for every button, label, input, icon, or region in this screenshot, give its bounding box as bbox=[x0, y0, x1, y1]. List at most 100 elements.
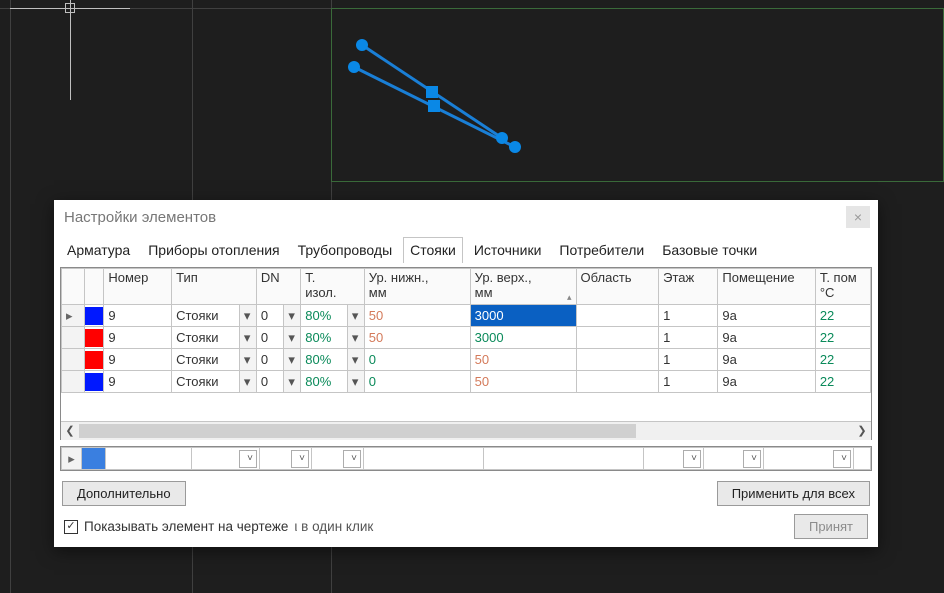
accept-button[interactable]: Принят bbox=[794, 514, 868, 539]
filter-color[interactable] bbox=[82, 448, 106, 470]
col-tisol[interactable]: Т. изол. bbox=[301, 269, 365, 305]
scroll-thumb[interactable] bbox=[79, 424, 636, 438]
scroll-right-icon[interactable]: ❯ bbox=[853, 422, 871, 440]
col-lvl-bottom[interactable]: Ур. нижн., мм bbox=[364, 269, 470, 305]
cell-type[interactable]: Стояки bbox=[172, 327, 240, 349]
cell-type[interactable]: Стояки bbox=[172, 371, 240, 393]
cell-lvl-top[interactable]: 50 bbox=[470, 349, 576, 371]
tab-5[interactable]: Потребители bbox=[552, 237, 651, 263]
cell-tisol[interactable]: 80% bbox=[301, 305, 348, 327]
table-row[interactable]: ▸9Стояки▾0▾80%▾50300019a22 bbox=[62, 305, 871, 327]
cell-floor[interactable]: 1 bbox=[659, 371, 718, 393]
col-type[interactable]: Тип bbox=[172, 269, 257, 305]
cell-floor[interactable]: 1 bbox=[659, 327, 718, 349]
tab-3[interactable]: Стояки bbox=[403, 237, 463, 263]
table-row[interactable]: 9Стояки▾0▾80%▾05019a22 bbox=[62, 349, 871, 371]
show-on-drawing-checkbox[interactable]: ✓ bbox=[64, 520, 78, 534]
cell-type[interactable]: Стояки bbox=[172, 305, 240, 327]
col-tpom[interactable]: Т. пом °C bbox=[815, 269, 870, 305]
filter-number[interactable] bbox=[106, 448, 192, 470]
dn-dropdown-icon[interactable]: ▾ bbox=[284, 349, 301, 371]
filter-dn[interactable] bbox=[260, 448, 312, 470]
cell-area[interactable] bbox=[576, 371, 659, 393]
col-floor[interactable]: Этаж bbox=[659, 269, 718, 305]
color-swatch[interactable] bbox=[85, 305, 104, 327]
apply-all-button[interactable]: Применить для всех bbox=[717, 481, 870, 506]
cad-selection-lines[interactable] bbox=[330, 8, 730, 182]
chevron-down-icon[interactable] bbox=[343, 450, 361, 468]
cell-number[interactable]: 9 bbox=[104, 371, 172, 393]
cell-lvl-bottom[interactable]: 0 bbox=[364, 349, 470, 371]
dn-dropdown-icon[interactable]: ▾ bbox=[284, 327, 301, 349]
cell-tpom[interactable]: 22 bbox=[815, 371, 870, 393]
col-dn[interactable]: DN bbox=[256, 269, 300, 305]
filter-lvlt[interactable] bbox=[484, 448, 644, 470]
tisol-dropdown-icon[interactable]: ▾ bbox=[347, 305, 364, 327]
dn-dropdown-icon[interactable]: ▾ bbox=[284, 305, 301, 327]
tisol-dropdown-icon[interactable]: ▾ bbox=[347, 349, 364, 371]
cell-number[interactable]: 9 bbox=[104, 349, 172, 371]
horizontal-scrollbar[interactable]: ❮ ❯ bbox=[61, 421, 871, 439]
cell-dn[interactable]: 0 bbox=[256, 371, 284, 393]
type-dropdown-icon[interactable]: ▾ bbox=[239, 371, 256, 393]
cell-dn[interactable]: 0 bbox=[256, 305, 284, 327]
cell-lvl-top[interactable]: 50 bbox=[470, 371, 576, 393]
cell-room[interactable]: 9a bbox=[718, 349, 815, 371]
cell-lvl-top[interactable]: 3000 bbox=[470, 305, 576, 327]
filter-tpom[interactable] bbox=[854, 448, 871, 470]
color-swatch[interactable] bbox=[85, 327, 104, 349]
cell-lvl-bottom[interactable]: 50 bbox=[364, 327, 470, 349]
cell-tpom[interactable]: 22 bbox=[815, 349, 870, 371]
filter-tisol[interactable] bbox=[312, 448, 364, 470]
cell-dn[interactable]: 0 bbox=[256, 349, 284, 371]
type-dropdown-icon[interactable]: ▾ bbox=[239, 349, 256, 371]
col-room[interactable]: Помещение bbox=[718, 269, 815, 305]
cell-floor[interactable]: 1 bbox=[659, 305, 718, 327]
color-swatch[interactable] bbox=[85, 371, 104, 393]
cell-room[interactable]: 9a bbox=[718, 305, 815, 327]
cell-number[interactable]: 9 bbox=[104, 327, 172, 349]
dn-dropdown-icon[interactable]: ▾ bbox=[284, 371, 301, 393]
cell-type[interactable]: Стояки bbox=[172, 349, 240, 371]
filter-type[interactable] bbox=[192, 448, 260, 470]
filter-area[interactable] bbox=[644, 448, 704, 470]
cell-area[interactable] bbox=[576, 349, 659, 371]
cell-tisol[interactable]: 80% bbox=[301, 371, 348, 393]
filter-room[interactable] bbox=[764, 448, 854, 470]
col-area[interactable]: Область bbox=[576, 269, 659, 305]
scroll-left-icon[interactable]: ❮ bbox=[61, 422, 79, 440]
cell-room[interactable]: 9a bbox=[718, 327, 815, 349]
cell-tpom[interactable]: 22 bbox=[815, 305, 870, 327]
cell-lvl-top[interactable]: 3000 bbox=[470, 327, 576, 349]
tab-6[interactable]: Базовые точки bbox=[655, 237, 764, 263]
chevron-down-icon[interactable] bbox=[239, 450, 257, 468]
table-row[interactable]: 9Стояки▾0▾80%▾05019a22 bbox=[62, 371, 871, 393]
chevron-down-icon[interactable] bbox=[743, 450, 761, 468]
tisol-dropdown-icon[interactable]: ▾ bbox=[347, 371, 364, 393]
cell-area[interactable] bbox=[576, 327, 659, 349]
cell-tisol[interactable]: 80% bbox=[301, 349, 348, 371]
extra-button[interactable]: Дополнительно bbox=[62, 481, 186, 506]
filter-lvlb[interactable] bbox=[364, 448, 484, 470]
chevron-down-icon[interactable] bbox=[833, 450, 851, 468]
type-dropdown-icon[interactable]: ▾ bbox=[239, 327, 256, 349]
tisol-dropdown-icon[interactable]: ▾ bbox=[347, 327, 364, 349]
cell-number[interactable]: 9 bbox=[104, 305, 172, 327]
chevron-down-icon[interactable] bbox=[291, 450, 309, 468]
cell-area[interactable] bbox=[576, 305, 659, 327]
cell-dn[interactable]: 0 bbox=[256, 327, 284, 349]
filter-floor[interactable] bbox=[704, 448, 764, 470]
cell-tpom[interactable]: 22 bbox=[815, 327, 870, 349]
table-row[interactable]: 9Стояки▾0▾80%▾50300019a22 bbox=[62, 327, 871, 349]
cell-tisol[interactable]: 80% bbox=[301, 327, 348, 349]
cell-floor[interactable]: 1 bbox=[659, 349, 718, 371]
col-number[interactable]: Номер bbox=[104, 269, 172, 305]
color-swatch[interactable] bbox=[85, 349, 104, 371]
cell-room[interactable]: 9a bbox=[718, 371, 815, 393]
close-button[interactable]: × bbox=[846, 206, 870, 228]
type-dropdown-icon[interactable]: ▾ bbox=[239, 305, 256, 327]
tab-4[interactable]: Источники bbox=[467, 237, 549, 263]
tab-2[interactable]: Трубопроводы bbox=[291, 237, 400, 263]
col-lvl-top[interactable]: Ур. верх., мм▴ bbox=[470, 269, 576, 305]
tab-1[interactable]: Приборы отопления bbox=[141, 237, 286, 263]
